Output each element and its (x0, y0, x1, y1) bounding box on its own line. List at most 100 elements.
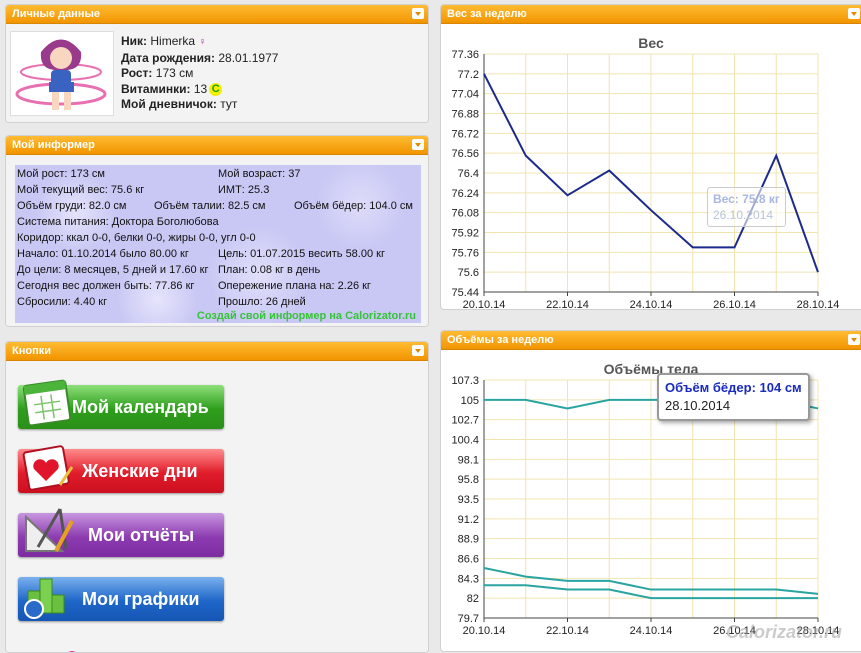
collapse-arrow-icon[interactable] (848, 8, 860, 19)
diary-label: Мой дневничок: (121, 97, 217, 111)
y-tick-label: 86.6 (458, 554, 479, 566)
informer-corridor: Коридор: ккал 0-0, белки 0-0, жиры 0-0, … (17, 232, 256, 244)
y-tick-label: 75.92 (451, 228, 479, 240)
x-tick-label: 22.10.14 (546, 625, 589, 637)
y-tick-label: 98.1 (458, 454, 479, 466)
y-tick-label: 105 (461, 395, 479, 407)
watermark: Calorizator.ru (725, 622, 842, 642)
my-graphs-button[interactable]: Мои графики (18, 577, 224, 621)
informer-age: Мой возраст: 37 (218, 168, 301, 180)
vitamin-icon: C (209, 82, 223, 96)
nick-link[interactable]: Himerka (150, 34, 195, 48)
birth-label: Дата рождения: (121, 50, 216, 65)
nick-label: Ник: (121, 34, 148, 48)
birth-value: 28.01.1977 (218, 50, 279, 65)
weight-tooltip-date: 26.10.2014 (713, 208, 774, 222)
y-tick-label: 88.9 (458, 534, 479, 546)
panel-header: Личные данные (6, 5, 428, 24)
y-tick-label: 100.4 (451, 435, 479, 447)
panel-title: Личные данные (12, 8, 100, 20)
weight-tooltip-value: Вес: 75.8 кг (713, 192, 780, 206)
informer-passed: Прошло: 26 дней (218, 296, 306, 308)
informer-ahead: Опережение плана на: 2.26 кг (218, 280, 371, 292)
collapse-arrow-icon[interactable] (412, 139, 424, 150)
height-value: 173 см (155, 66, 194, 80)
informer-create-link[interactable]: Создай свой информер на Calorizator.ru (197, 310, 416, 322)
x-tick-label: 24.10.14 (630, 625, 673, 637)
female-icon: ♀ (198, 36, 207, 48)
diary-link[interactable]: тут (220, 97, 237, 111)
volume-tooltip-value: Объём бёдер: 104 см (665, 380, 802, 395)
panel-body: Мой рост: 173 см Мой возраст: 37 Мой тек… (6, 155, 428, 326)
y-tick-label: 102.7 (451, 415, 479, 427)
x-tick-label: 20.10.14 (463, 299, 506, 309)
volume-tooltip: Объём бёдер: 104 см 28.10.2014 (657, 373, 810, 421)
y-tick-label: 77.36 (451, 49, 479, 61)
y-tick-label: 79.7 (458, 613, 479, 625)
calendar-button-label: Мой календарь (72, 397, 209, 417)
y-tick-label: 76.24 (451, 188, 479, 200)
panel-title: Мой информер (12, 139, 95, 151)
informer-height: Мой рост: 173 см (17, 168, 105, 180)
weight-chart[interactable]: Вес 75.44 75.6 75.76 75.92 76.08 76.24 76.4 76.5… (441, 24, 861, 309)
collapse-arrow-icon[interactable] (848, 334, 860, 345)
volume-week-panel: Объёмы за неделю Объёмы тела 79.7 82 84.3 86… (440, 330, 861, 652)
volume-tooltip-date: 28.10.2014 (665, 398, 731, 413)
y-tick-label: 91.2 (458, 514, 479, 526)
informer-hips: Объём бёдер: 104.0 см (294, 200, 413, 212)
panel-header: Мой информер (6, 136, 428, 155)
panel-body: Ник: Himerka ♀ Дата рождения: 28.01.1977… (6, 24, 428, 122)
informer-goal: Цель: 01.07.2015 весить 58.00 кг (218, 248, 385, 260)
informer-plan: План: 0.08 кг в день (218, 264, 321, 276)
ruler-compass-icon (25, 508, 74, 552)
y-tick-label: 75.6 (458, 267, 479, 279)
y-tick-label: 76.4 (458, 168, 479, 180)
my-reports-button[interactable]: Мои отчёты (18, 508, 224, 557)
informer-diet: Система питания: Доктора Боголюбова (17, 216, 219, 228)
x-tick-label: 22.10.14 (546, 299, 589, 309)
x-tick-label: 24.10.14 (630, 299, 673, 309)
panel-title: Объёмы за неделю (447, 334, 554, 346)
informer-to-goal: До цели: 8 месяцев, 5 дней и 17.60 кг (17, 264, 209, 276)
female-days-button[interactable]: Женские дни (18, 445, 224, 493)
y-tick-label: 77.04 (451, 89, 479, 101)
x-tick-label: 28.10.14 (797, 299, 840, 309)
bar-graph-icon (24, 578, 65, 619)
informer-today: Сегодня вес должен быть: 77.86 кг (17, 280, 195, 292)
female-days-button-label: Женские дни (82, 461, 198, 481)
x-tick-label: 20.10.14 (463, 625, 506, 637)
buttons-panel: Кнопки Мой календарь Женские дни Мои отч… (5, 341, 429, 653)
y-tick-label: 75.76 (451, 247, 479, 259)
informer-box[interactable]: Мой рост: 173 см Мой возраст: 37 Мой тек… (15, 165, 421, 323)
heart-calendar-icon (22, 445, 74, 491)
personal-info: Ник: Himerka ♀ Дата рождения: 28.01.1977… (121, 34, 278, 113)
y-tick-label: 93.5 (458, 494, 479, 506)
informer-waist: Объём талии: 82.5 см (154, 200, 266, 212)
panel-header: Вес за неделю (441, 5, 861, 24)
y-tick-label: 77.2 (458, 69, 479, 81)
y-tick-label: 76.72 (451, 128, 479, 140)
personal-data-panel: Личные данные Ник: Himerka ♀ Дата рожден… (5, 4, 429, 123)
y-tick-label: 84.3 (458, 573, 479, 585)
y-tick-label: 76.56 (451, 148, 479, 160)
panel-title: Кнопки (12, 345, 51, 357)
panel-body: Мой календарь Женские дни Мои отчёты Мои… (6, 361, 428, 652)
y-tick-label: 95.8 (458, 474, 479, 486)
informer-start: Начало: 01.10.2014 было 80.00 кг (17, 248, 189, 260)
informer-lost: Сбросили: 4.40 кг (17, 296, 108, 308)
panel-header: Кнопки (6, 342, 428, 361)
vitamins-label: Витаминки: (121, 81, 191, 96)
collapse-arrow-icon[interactable] (412, 345, 424, 356)
y-tick-label: 76.08 (451, 208, 479, 220)
graphs-button-label: Мои графики (82, 589, 200, 609)
avatar (10, 31, 114, 116)
weight-week-panel: Вес за неделю Вес 75.44 75.6 75.76 75.92 76.0… (440, 4, 861, 310)
panel-header: Объёмы за неделю (441, 331, 861, 350)
y-tick-label: 75.44 (451, 287, 479, 299)
collapse-arrow-icon[interactable] (412, 8, 424, 19)
panel-title: Вес за неделю (447, 8, 527, 20)
my-calendar-button[interactable]: Мой календарь (18, 379, 224, 429)
height-label: Рост: (121, 66, 153, 80)
calendar-icon (22, 379, 72, 427)
partial-icon (68, 651, 76, 652)
